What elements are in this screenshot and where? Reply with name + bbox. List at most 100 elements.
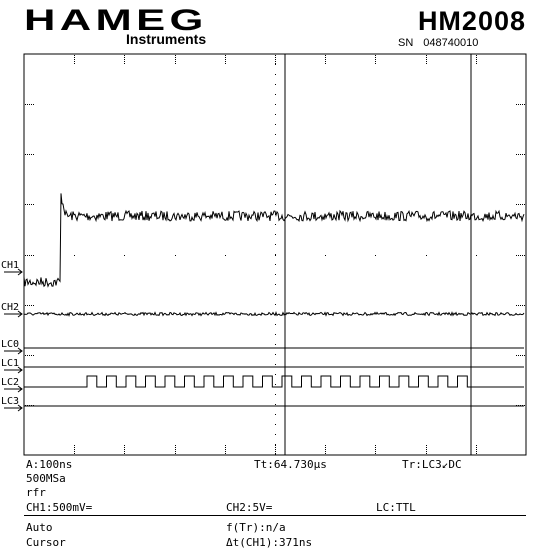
grid-dot — [275, 74, 276, 75]
grid-dot — [520, 154, 521, 155]
lc0-label: LC0 — [1, 339, 19, 350]
grid-dot — [124, 445, 125, 446]
grid-dot — [524, 405, 525, 406]
grid-dot — [175, 61, 176, 62]
grid-dot — [275, 294, 276, 295]
grid-dot — [275, 255, 276, 256]
grid-dot — [74, 59, 75, 60]
trigger-source-readout: Tr:LC3↙DC — [402, 458, 462, 471]
grid-dot — [520, 305, 521, 306]
grid-dot — [275, 184, 276, 185]
grid-dot — [225, 61, 226, 62]
grid-dot — [275, 264, 276, 265]
grid-dot — [426, 447, 427, 448]
grid-dot — [225, 445, 226, 446]
grid-dot — [275, 449, 276, 450]
grid-dot — [275, 447, 276, 448]
grid-dot — [426, 453, 427, 454]
grid-dot — [74, 55, 75, 56]
grid-dot — [522, 255, 523, 256]
grid-dot — [325, 59, 326, 60]
grid-dot — [275, 394, 276, 395]
grid-dot — [476, 255, 477, 256]
grid-dot — [275, 114, 276, 115]
grid-dot — [426, 451, 427, 452]
grid-dot — [520, 204, 521, 205]
grid-dot — [225, 57, 226, 58]
grid-dot — [275, 244, 276, 245]
grid-dot — [375, 445, 376, 446]
graticule-grid — [25, 55, 525, 455]
grid-dot — [33, 204, 34, 205]
grid-dot — [25, 305, 26, 306]
grid-dot — [516, 204, 517, 205]
grid-dot — [74, 255, 75, 256]
grid-dot — [426, 61, 427, 62]
grid-dot — [225, 55, 226, 56]
grid-dot — [476, 447, 477, 448]
grid-dot — [31, 305, 32, 306]
grid-dot — [29, 204, 30, 205]
grid-dot — [225, 453, 226, 454]
grid-dot — [25, 104, 26, 105]
grid-dot — [275, 364, 276, 365]
grid-dot — [33, 154, 34, 155]
grid-dot — [31, 104, 32, 105]
grid-dot — [175, 445, 176, 446]
grid-dot — [476, 63, 477, 64]
grid-dot — [375, 61, 376, 62]
grid-dot — [476, 451, 477, 452]
grid-dot — [518, 204, 519, 205]
delta-t-readout: Δt(CH1):371ns — [226, 536, 313, 549]
timebase-readout: A:100ns — [26, 458, 73, 471]
grid-dot — [275, 344, 276, 345]
grid-dot — [31, 154, 32, 155]
grid-dot — [275, 454, 276, 455]
grid-dot — [124, 447, 125, 448]
grid-dot — [520, 255, 521, 256]
grid-dot — [29, 104, 30, 105]
grid-dot — [275, 134, 276, 135]
grid-dot — [124, 255, 125, 256]
grid-dot — [175, 453, 176, 454]
grid-dot — [476, 445, 477, 446]
grid-dot — [275, 434, 276, 435]
grid-dot — [375, 447, 376, 448]
grid-dot — [275, 57, 276, 58]
grid-dot — [325, 447, 326, 448]
grid-dot — [225, 63, 226, 64]
grid-dot — [516, 305, 517, 306]
grid-dot — [175, 451, 176, 452]
grid-dot — [275, 61, 276, 62]
grid-dot — [225, 59, 226, 60]
grid-dot — [25, 204, 26, 205]
grid-dot — [275, 204, 276, 205]
grid-dot — [74, 63, 75, 64]
grid-dot — [225, 449, 226, 450]
grid-dot — [275, 354, 276, 355]
grid-dot — [518, 255, 519, 256]
grid-dot — [74, 447, 75, 448]
grid-dot — [325, 445, 326, 446]
grid-dot — [275, 444, 276, 445]
grid-dot — [325, 61, 326, 62]
grid-dot — [275, 164, 276, 165]
grid-dot — [275, 174, 276, 175]
grid-dot — [476, 57, 477, 58]
grid-dot — [476, 453, 477, 454]
grid-dot — [275, 64, 276, 65]
grid-dot — [27, 204, 28, 205]
grid-dot — [375, 59, 376, 60]
grid-dot — [524, 204, 525, 205]
grid-dot — [124, 61, 125, 62]
grid-dot — [275, 104, 276, 105]
grid-dot — [375, 55, 376, 56]
grid-dot — [175, 59, 176, 60]
grid-dot — [275, 324, 276, 325]
grid-dot — [518, 305, 519, 306]
grid-dot — [375, 453, 376, 454]
grid-dot — [225, 451, 226, 452]
grid-dot — [524, 104, 525, 105]
grid-dot — [33, 104, 34, 105]
grid-dot — [275, 453, 276, 454]
